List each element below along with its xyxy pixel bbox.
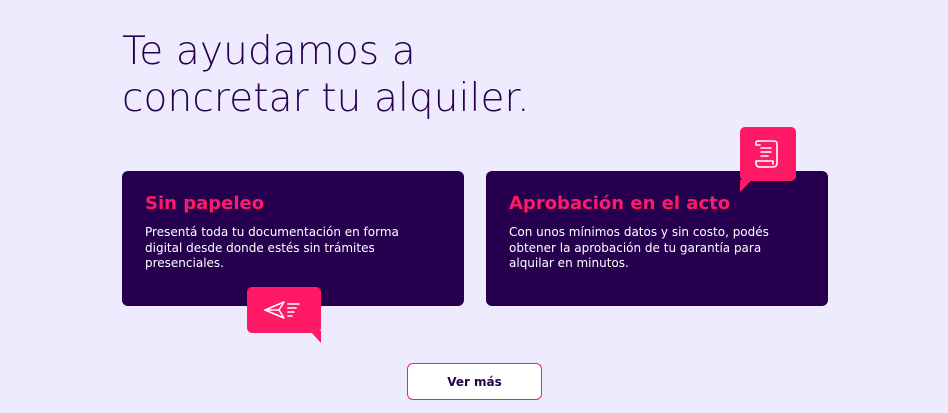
page-title-line-2: concretar tu alquiler. <box>122 76 530 121</box>
feature-card-aprobacion: Aprobación en el acto Con unos mínimos d… <box>486 171 828 306</box>
paper-plane-badge <box>247 287 321 343</box>
page-title-line-1: Te ayudamos a <box>122 29 416 74</box>
ver-mas-button[interactable]: Ver más <box>407 363 542 400</box>
page-title: Te ayudamos a concretar tu alquiler. <box>122 28 530 122</box>
feature-card-text: Presentá toda tu documentación en forma … <box>145 225 399 270</box>
paper-plane-icon <box>264 299 304 325</box>
feature-card-title: Aprobación en el acto <box>509 193 731 214</box>
feature-card-text: Con unos mínimos datos y sin costo, podé… <box>509 225 769 270</box>
document-badge <box>740 127 796 192</box>
feature-card-title: Sin papeleo <box>145 193 265 214</box>
feature-card-sin-papeleo: Sin papeleo Presentá toda tu documentaci… <box>122 171 464 306</box>
document-check-icon <box>754 139 782 173</box>
